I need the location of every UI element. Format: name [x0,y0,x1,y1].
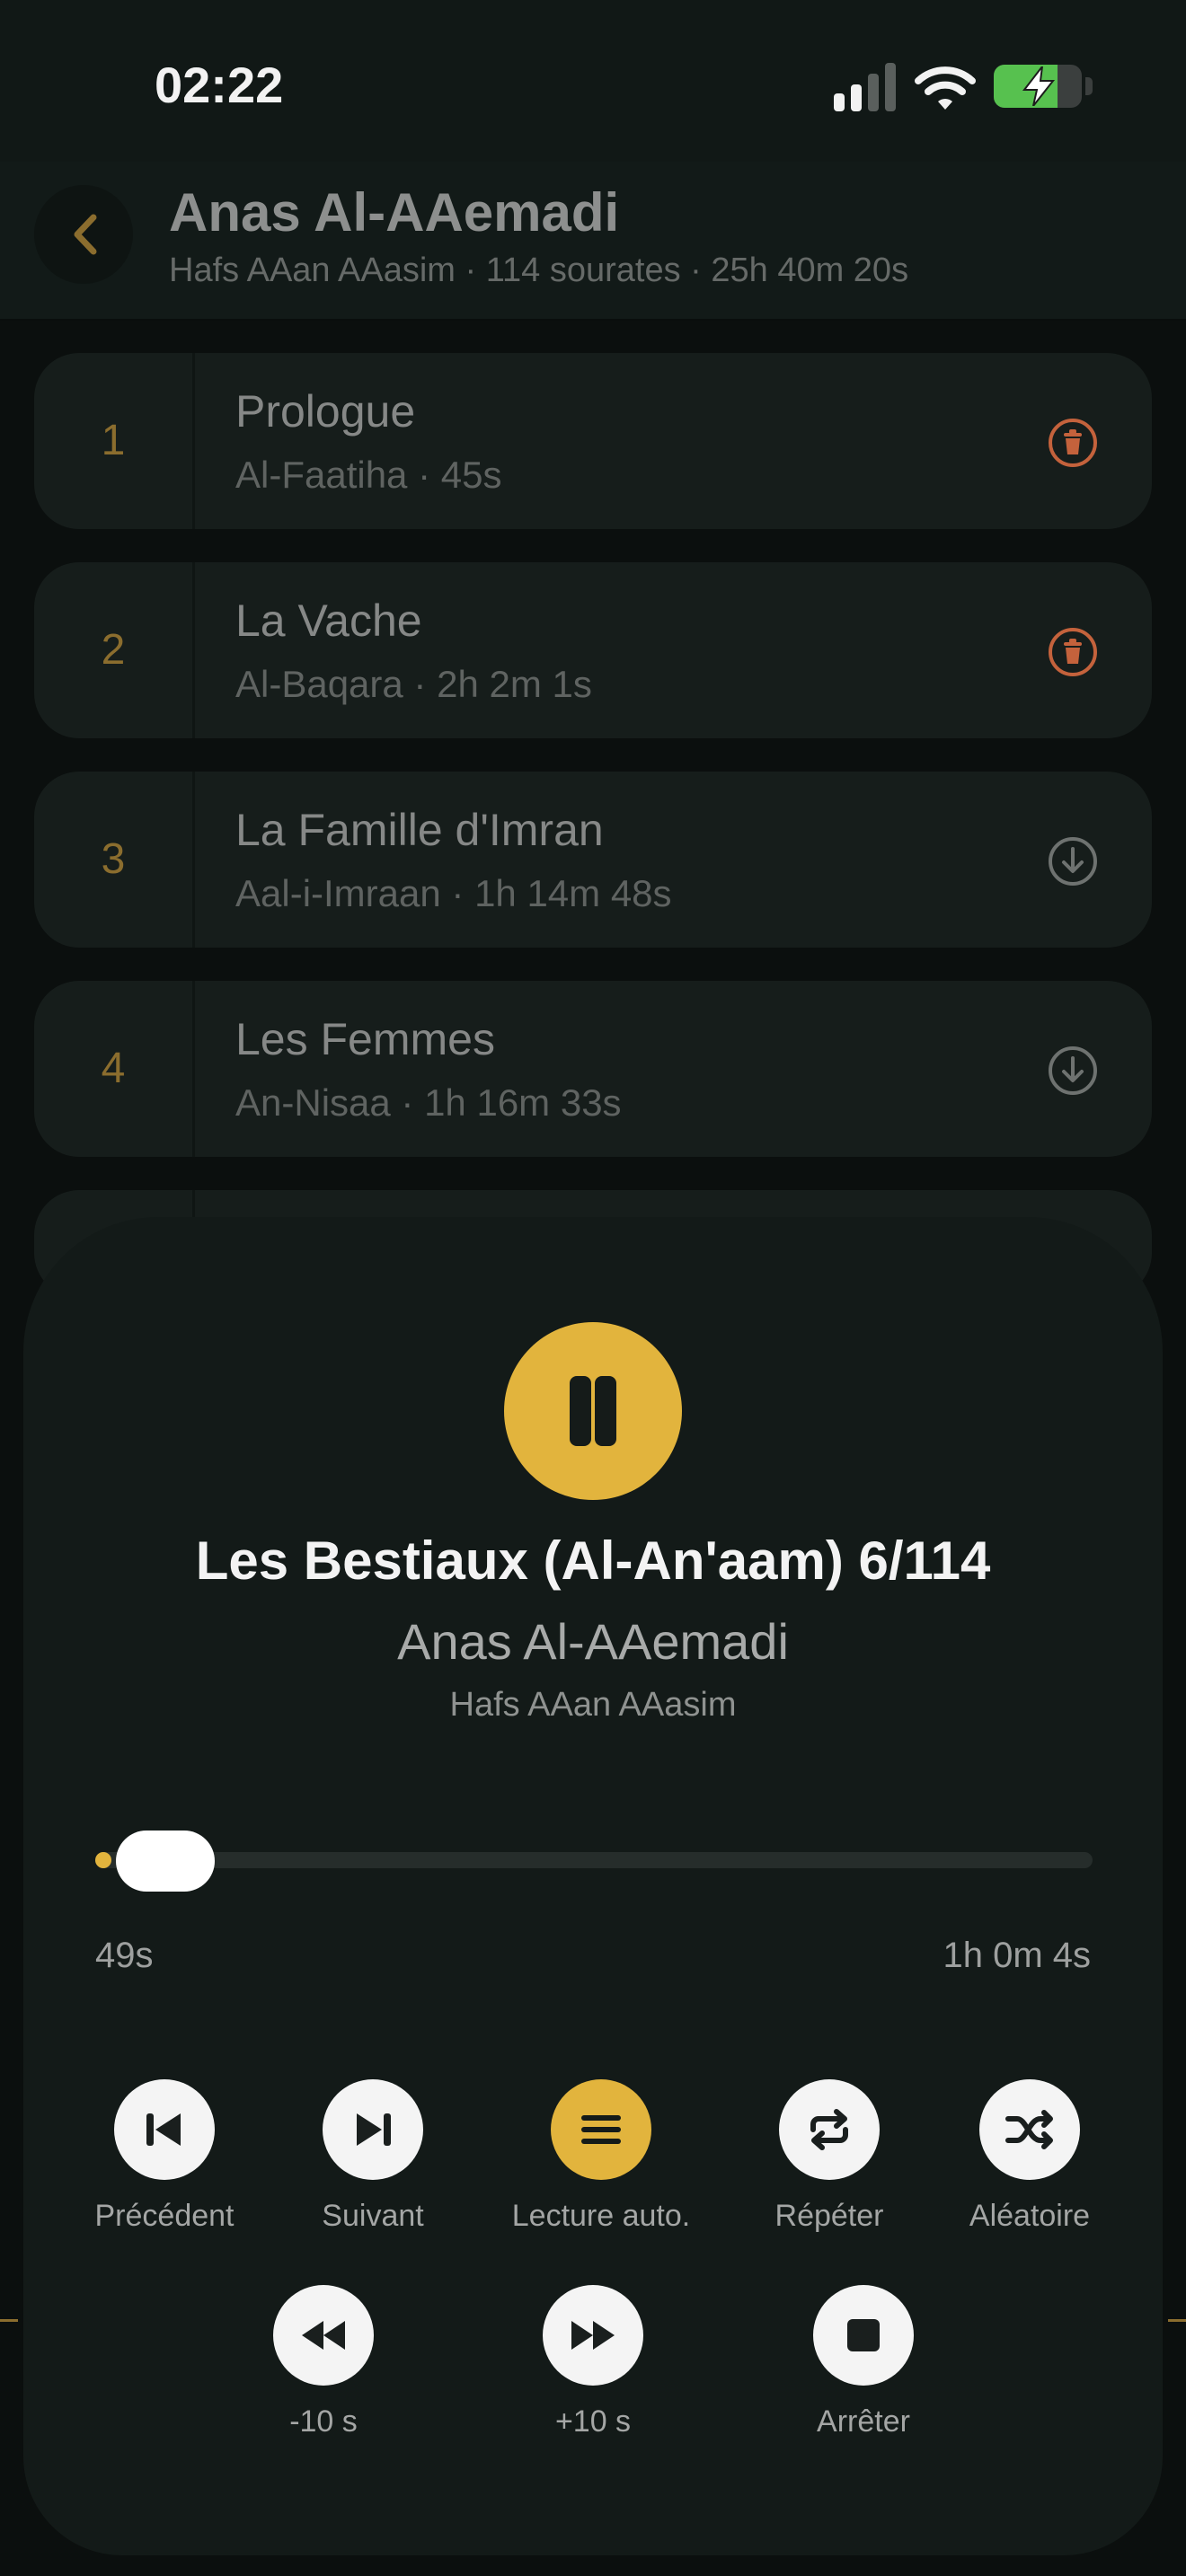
list-icon [581,2115,621,2144]
skip-next-icon [357,2113,391,2146]
surah-row-1[interactable]: 1 Prologue Al-Faatiha · 45s [34,353,1152,529]
surah-duration: 1h 14m 48s [474,872,672,914]
repeat-icon [810,2109,848,2150]
now-playing-title: Les Bestiaux (Al-An'aam) 6/114 [195,1531,991,1591]
trash-icon[interactable] [1048,418,1098,468]
next-button[interactable] [323,2079,423,2180]
surah-number: 3 [34,772,195,948]
status-time: 02:22 [155,57,284,113]
surah-transliteration: Al-Baqara [235,663,403,705]
repeat-button[interactable] [779,2079,880,2180]
fast-forward-icon [571,2321,615,2350]
pause-icon [595,1376,616,1446]
download-icon[interactable] [1048,836,1098,887]
surah-meta: Aal-i-Imraan · 1h 14m 48s [235,872,672,914]
signal-icon [834,63,896,111]
back-button[interactable] [34,185,133,284]
surah-number: 1 [34,353,195,529]
reciter-header: Anas Al-AAemadi Hafs AAan AAasim · 114 s… [0,162,1186,321]
surah-transliteration: Al-Faatiha [235,454,408,496]
surah-name: Prologue [235,386,416,437]
autoplay-button[interactable] [551,2079,651,2180]
surah-name: La Famille d'Imran [235,805,604,855]
page-subtitle: Hafs AAan AAasim · 114 sourates · 25h 40… [169,251,909,289]
surah-number: 4 [34,981,195,1157]
surah-number: 2 [34,562,195,738]
shuffle-icon [1005,2110,1053,2149]
surah-name: Les Femmes [235,1014,495,1064]
page-title: Anas Al-AAemadi [169,182,620,243]
progress-track[interactable] [95,1852,1093,1868]
surah-row-2[interactable]: 2 La Vache Al-Baqara · 2h 2m 1s [34,562,1152,738]
surah-row-4[interactable]: 4 Les Femmes An-Nisaa · 1h 16m 33s [34,981,1152,1157]
surah-meta: Al-Baqara · 2h 2m 1s [235,663,592,705]
shuffle-label: Aléatoire [969,2199,1091,2233]
status-bar: 02:22 [0,0,1186,162]
rewind-label: -10 s [289,2404,358,2439]
stop-label: Arrêter [817,2404,910,2439]
stop-button[interactable] [813,2285,914,2386]
wifi-icon [915,66,976,110]
forward-label: +10 s [554,2404,632,2439]
stop-icon [847,2319,880,2351]
pause-icon [570,1376,591,1446]
elapsed-time: 49s [95,1936,154,1975]
trash-icon[interactable] [1048,627,1098,677]
download-icon[interactable] [1048,1045,1098,1096]
rewind-icon [302,2321,345,2350]
previous-button[interactable] [114,2079,215,2180]
skip-previous-icon [146,2113,181,2146]
now-playing-reciter: Anas Al-AAemadi [397,1613,789,1670]
forward-button[interactable] [543,2285,643,2386]
player-sheet: Les Bestiaux (Al-An'aam) 6/114 Anas Al-A… [23,1217,1163,2555]
previous-label: Précédent [94,2199,235,2233]
total-time: 1h 0m 4s [943,1936,1091,1975]
battery-charging-icon [994,65,1082,108]
surah-transliteration: Aal-i-Imraan [235,872,441,914]
divider [0,2319,18,2322]
progress-thumb[interactable] [115,1831,215,1892]
surah-meta: An-Nisaa · 1h 16m 33s [235,1081,622,1124]
pause-button[interactable] [504,1322,682,1500]
rewind-button[interactable] [273,2285,374,2386]
autoplay-label: Lecture auto. [511,2199,691,2233]
now-playing-riwaya: Hafs AAan AAasim [449,1686,737,1724]
repeat-label: Répéter [774,2199,884,2233]
surah-transliteration: An-Nisaa [235,1081,391,1124]
surah-duration: 1h 16m 33s [424,1081,622,1124]
surah-meta: Al-Faatiha · 45s [235,454,502,496]
divider [1168,2319,1186,2322]
shuffle-button[interactable] [979,2079,1080,2180]
next-label: Suivant [322,2199,424,2233]
surah-name: La Vache [235,595,422,646]
surah-row-3[interactable]: 3 La Famille d'Imran Aal-i-Imraan · 1h 1… [34,772,1152,948]
progress-fill [95,1852,111,1868]
surah-duration: 45s [440,454,502,496]
battery-cap [1085,77,1093,95]
surah-duration: 2h 2m 1s [437,663,592,705]
chevron-left-icon [74,214,97,255]
